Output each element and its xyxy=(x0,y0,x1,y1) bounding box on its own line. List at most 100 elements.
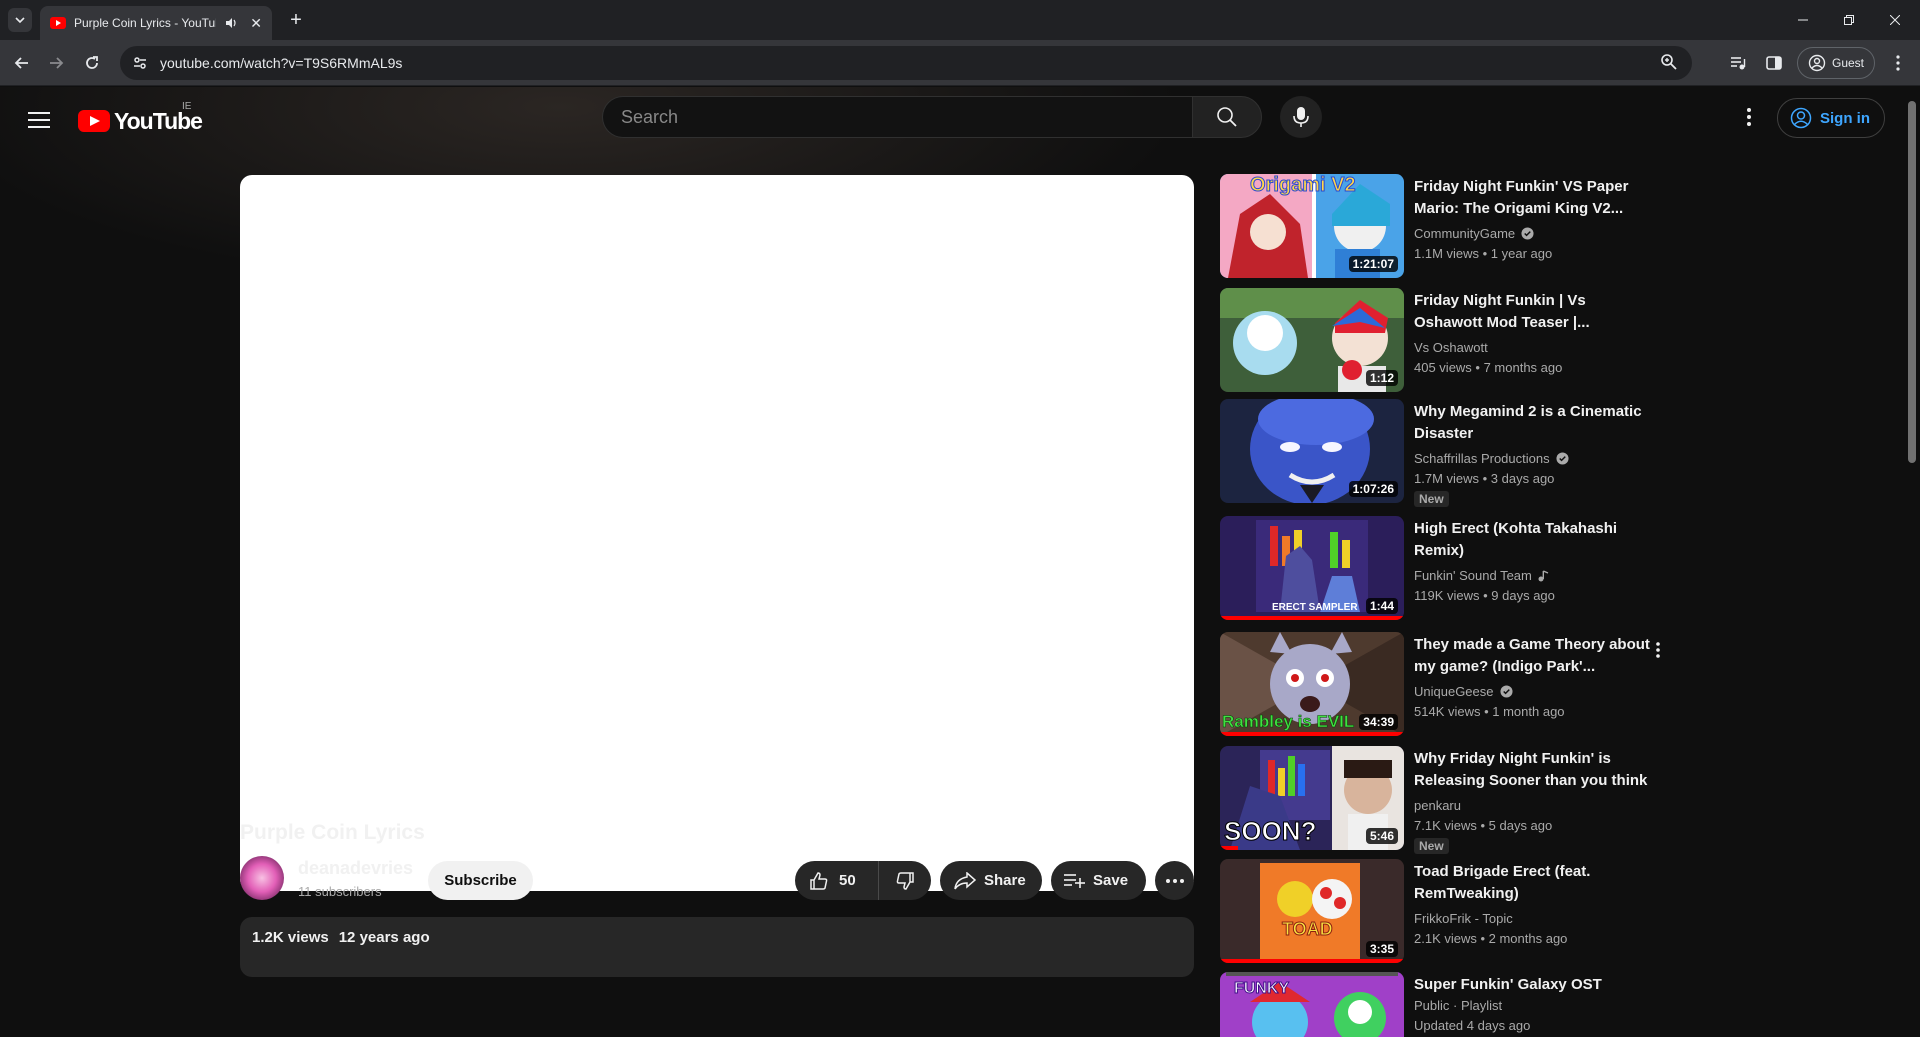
search-input[interactable] xyxy=(602,96,1192,138)
back-button[interactable] xyxy=(8,49,36,77)
new-tab-button[interactable]: + xyxy=(284,8,308,32)
channel-name-text: FrikkoFrik - Topic xyxy=(1414,911,1513,926)
channel-avatar[interactable] xyxy=(240,856,284,900)
sign-in-button[interactable]: Sign in xyxy=(1777,98,1885,138)
arrow-right-icon xyxy=(50,57,64,69)
recommendation-playlist[interactable]: FUNKY Super Funkin' Galaxy OST Public · … xyxy=(1220,972,1700,1037)
recommendation-channel[interactable]: Funkin' Sound Team xyxy=(1414,568,1549,583)
minimize-button[interactable] xyxy=(1780,0,1826,40)
recommendation-channel[interactable]: UniqueGeese xyxy=(1414,684,1513,699)
recommendation-meta: 7.1K views • 5 days ago xyxy=(1414,818,1553,833)
browser-tab-active[interactable]: Purple Coin Lyrics - YouTube ✕ xyxy=(40,6,272,40)
recommendation-meta: 514K views • 1 month ago xyxy=(1414,704,1565,719)
zoom-icon[interactable] xyxy=(1660,53,1678,76)
share-icon xyxy=(954,871,976,889)
forward-button[interactable] xyxy=(42,49,70,77)
recommendation-item[interactable]: 1:07:26 Why Megamind 2 is a Cinematic Di… xyxy=(1220,399,1700,507)
tab-search-button[interactable] xyxy=(8,8,32,32)
close-icon xyxy=(1890,15,1900,25)
recommendation-title[interactable]: Friday Night Funkin' VS Paper Mario: The… xyxy=(1414,176,1654,220)
video-thumbnail[interactable]: ERECT SAMPLER 1:44 xyxy=(1220,516,1404,620)
like-dislike-group: 50 xyxy=(795,861,931,900)
like-button[interactable]: 50 xyxy=(795,861,879,900)
subscribe-button[interactable]: Subscribe xyxy=(428,861,533,900)
recommendation-item[interactable]: SOON? 5:46 Why Friday Night Funkin' is R… xyxy=(1220,746,1700,854)
playlist-title[interactable]: Super Funkin' Galaxy OST xyxy=(1414,974,1654,996)
page-scrollbar[interactable] xyxy=(1903,87,1920,1037)
recommendation-title[interactable]: Friday Night Funkin | Vs Oshawott Mod Te… xyxy=(1414,290,1654,334)
video-player[interactable] xyxy=(240,175,1194,891)
video-thumbnail[interactable]: SOON? 5:46 xyxy=(1220,746,1404,850)
thumbnail-caption: SOON? xyxy=(1223,816,1317,847)
save-button[interactable]: Save xyxy=(1051,861,1146,900)
media-controls-icon[interactable] xyxy=(1727,52,1749,74)
close-window-button[interactable] xyxy=(1872,0,1918,40)
minimize-icon xyxy=(1798,19,1808,21)
share-button[interactable]: Share xyxy=(940,861,1042,900)
settings-more-button[interactable] xyxy=(1734,102,1764,132)
thumbnail-caption: ERECT SAMPLER xyxy=(1272,602,1358,613)
recommendation-item[interactable]: ERECT SAMPLER 1:44 High Erect (Kohta Tak… xyxy=(1220,516,1700,622)
scrollbar-thumb[interactable] xyxy=(1908,101,1916,463)
recommendation-more-button[interactable] xyxy=(1648,638,1668,662)
recommendation-title[interactable]: High Erect (Kohta Takahashi Remix) xyxy=(1414,518,1654,562)
browser-menu-icon[interactable] xyxy=(1887,52,1909,74)
search-icon xyxy=(1217,107,1237,127)
chevron-down-icon xyxy=(15,17,25,24)
playlist-thumbnail[interactable]: FUNKY xyxy=(1220,972,1404,1037)
video-duration: 1:21:07 xyxy=(1348,256,1398,272)
channel-name-text: UniqueGeese xyxy=(1414,684,1494,699)
arrow-left-icon xyxy=(14,57,28,69)
video-thumbnail[interactable]: Rambley is EVIL 34:39 xyxy=(1220,632,1404,736)
thumbnail-caption: Rambley is EVIL xyxy=(1222,712,1355,732)
dislike-button[interactable] xyxy=(879,861,931,900)
reload-button[interactable] xyxy=(78,49,106,77)
video-thumbnail[interactable]: 1:07:26 xyxy=(1220,399,1404,503)
recommendation-item[interactable]: Origami V2 1:21:07 Friday Night Funkin' … xyxy=(1220,174,1700,280)
url-text: youtube.com/watch?v=T9S6RMmAL9s xyxy=(160,55,403,71)
recommendation-meta: 1.7M views • 3 days ago xyxy=(1414,471,1555,486)
site-info-icon[interactable] xyxy=(130,53,150,73)
close-tab-icon[interactable]: ✕ xyxy=(250,15,262,32)
music-note-icon xyxy=(1538,569,1549,581)
tab-title: Purple Coin Lyrics - YouTube xyxy=(74,16,217,30)
thumbnail-caption: FUNKY xyxy=(1233,980,1290,998)
thumbs-down-icon xyxy=(896,871,914,890)
recommendation-title[interactable]: Why Megamind 2 is a Cinematic Disaster xyxy=(1414,401,1654,445)
recommendation-channel[interactable]: FrikkoFrik - Topic xyxy=(1414,911,1513,926)
video-thumbnail[interactable]: Origami V2 1:21:07 xyxy=(1220,174,1404,278)
recommendation-channel[interactable]: Vs Oshawott xyxy=(1414,340,1488,355)
video-duration: 1:44 xyxy=(1365,598,1398,614)
recommendation-item[interactable]: TOAD 3:35 Toad Brigade Erect (feat. RemT… xyxy=(1220,859,1700,965)
guest-avatar-icon xyxy=(1808,54,1826,72)
channel-name-text: penkaru xyxy=(1414,798,1461,813)
more-vert-icon xyxy=(1656,642,1660,658)
recommendation-channel[interactable]: penkaru xyxy=(1414,798,1461,813)
recommendation-channel[interactable]: Schaffrillas Productions xyxy=(1414,451,1569,466)
restore-icon xyxy=(1844,15,1854,25)
more-actions-button[interactable] xyxy=(1155,861,1194,900)
youtube-favicon-icon xyxy=(50,17,66,29)
youtube-play-icon xyxy=(78,110,110,132)
description-box[interactable]: 1.2K views 12 years ago xyxy=(240,917,1194,977)
voice-search-button[interactable] xyxy=(1280,96,1322,138)
profile-guest-button[interactable]: Guest xyxy=(1797,47,1875,79)
speaker-icon[interactable] xyxy=(224,16,238,30)
video-thumbnail[interactable]: TOAD 3:35 xyxy=(1220,859,1404,963)
share-label: Share xyxy=(984,872,1026,889)
recommendation-title[interactable]: They made a Game Theory about my game? (… xyxy=(1414,634,1654,678)
address-bar[interactable]: youtube.com/watch?v=T9S6RMmAL9s xyxy=(120,46,1692,80)
channel-name[interactable]: deanadevries xyxy=(298,858,413,879)
verified-badge-icon xyxy=(1521,227,1534,240)
recommendation-channel[interactable]: CommunityGame xyxy=(1414,226,1534,241)
recommendation-item[interactable]: Rambley is EVIL 34:39 They made a Game T… xyxy=(1220,632,1700,738)
guide-menu-button[interactable] xyxy=(24,105,54,135)
recommendation-title[interactable]: Toad Brigade Erect (feat. RemTweaking) xyxy=(1414,861,1654,905)
thumbnail-caption: Origami V2 xyxy=(1250,174,1357,197)
recommendation-item[interactable]: 1:12 Friday Night Funkin | Vs Oshawott M… xyxy=(1220,288,1700,394)
search-button[interactable] xyxy=(1192,96,1262,138)
video-thumbnail[interactable]: 1:12 xyxy=(1220,288,1404,392)
recommendation-title[interactable]: Why Friday Night Funkin' is Releasing So… xyxy=(1414,748,1654,792)
side-panel-icon[interactable] xyxy=(1763,52,1785,74)
restore-button[interactable] xyxy=(1826,0,1872,40)
